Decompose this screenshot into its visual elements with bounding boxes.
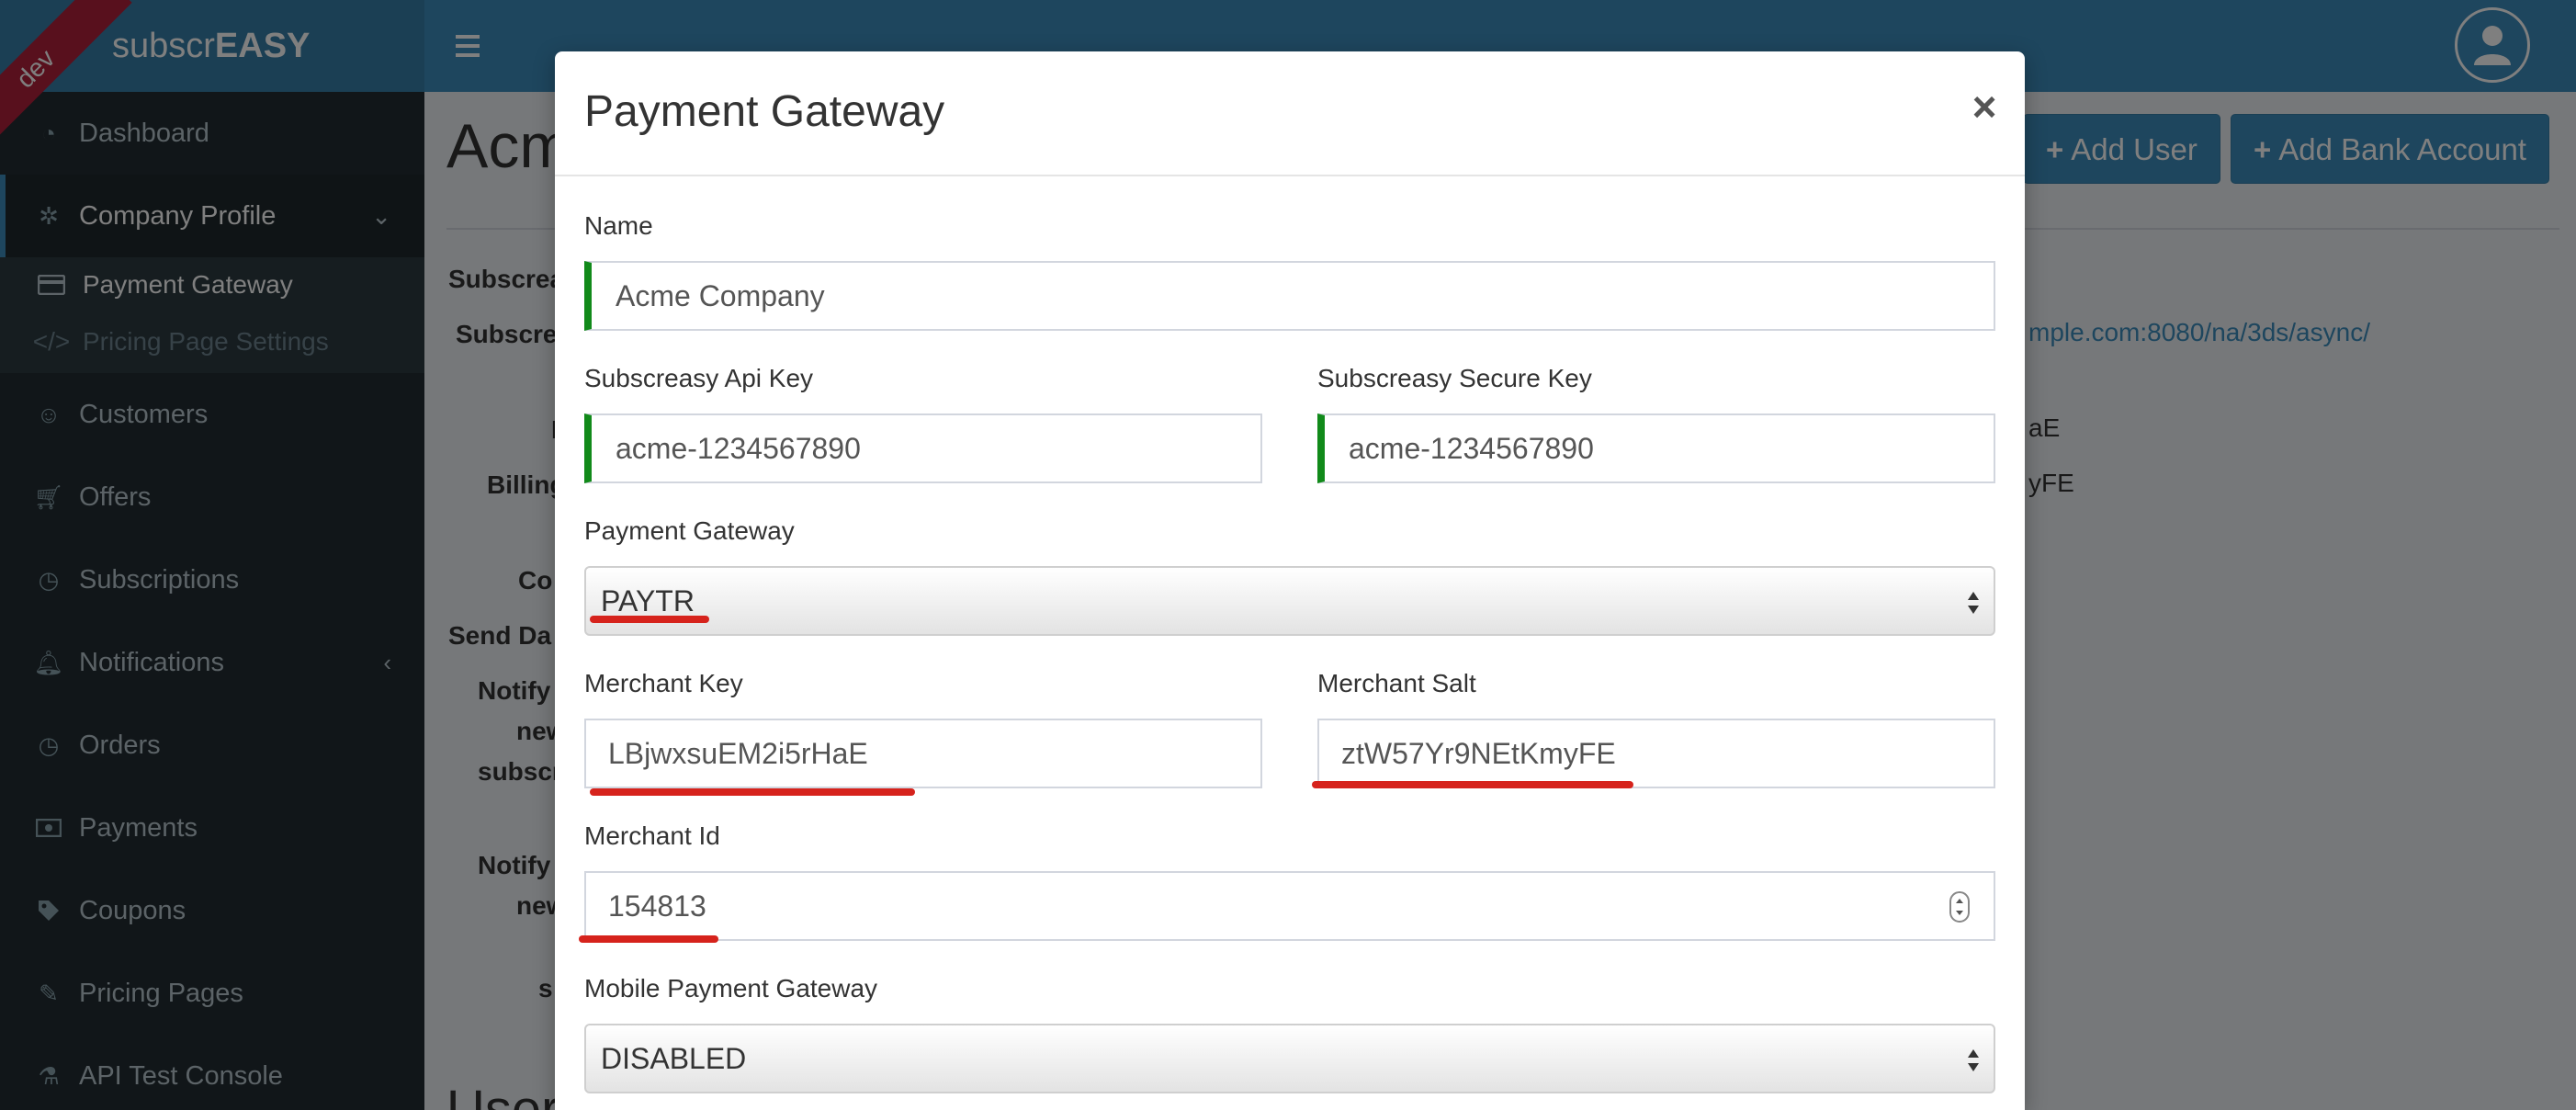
- mobile-gateway-selected-value: DISABLED: [601, 1042, 747, 1075]
- merchant-id-label: Merchant Id: [584, 821, 720, 850]
- number-spinner-icon[interactable]: [1949, 891, 1970, 923]
- modal-header: Payment Gateway ×: [555, 51, 2025, 176]
- payment-gateway-label: Payment Gateway: [584, 516, 795, 545]
- annotation-underline: [590, 616, 709, 623]
- api-key-label: Subscreasy Api Key: [584, 364, 814, 392]
- name-label: Name: [584, 211, 653, 240]
- annotation-underline: [579, 935, 718, 943]
- payment-gateway-select[interactable]: PAYTR: [584, 566, 1995, 636]
- modal-title: Payment Gateway: [584, 87, 945, 136]
- merchant-salt-input[interactable]: ztW57Yr9NEtKmyFE: [1317, 719, 1995, 788]
- annotation-underline: [590, 788, 915, 796]
- merchant-key-input[interactable]: LBjwxsuEM2i5rHaE: [584, 719, 1262, 788]
- close-icon[interactable]: ×: [1966, 85, 2003, 128]
- secure-key-input[interactable]: acme-1234567890: [1317, 413, 1995, 483]
- secure-key-label: Subscreasy Secure Key: [1317, 364, 1592, 392]
- payment-gateway-modal: Payment Gateway × Name Acme Company Subs…: [555, 51, 2025, 1110]
- mobile-gateway-label: Mobile Payment Gateway: [584, 974, 878, 1002]
- merchant-id-value: 154813: [608, 889, 706, 923]
- merchant-id-input[interactable]: 154813: [584, 871, 1995, 941]
- select-arrows-icon: [1968, 1049, 1979, 1071]
- name-input[interactable]: Acme Company: [584, 261, 1995, 331]
- select-arrows-icon: [1968, 592, 1979, 614]
- mobile-gateway-select[interactable]: DISABLED: [584, 1024, 1995, 1093]
- merchant-salt-label: Merchant Salt: [1317, 669, 1476, 697]
- api-key-input[interactable]: acme-1234567890: [584, 413, 1262, 483]
- annotation-underline: [1312, 781, 1633, 788]
- payment-gateway-selected-value: PAYTR: [601, 584, 695, 617]
- merchant-key-label: Merchant Key: [584, 669, 743, 697]
